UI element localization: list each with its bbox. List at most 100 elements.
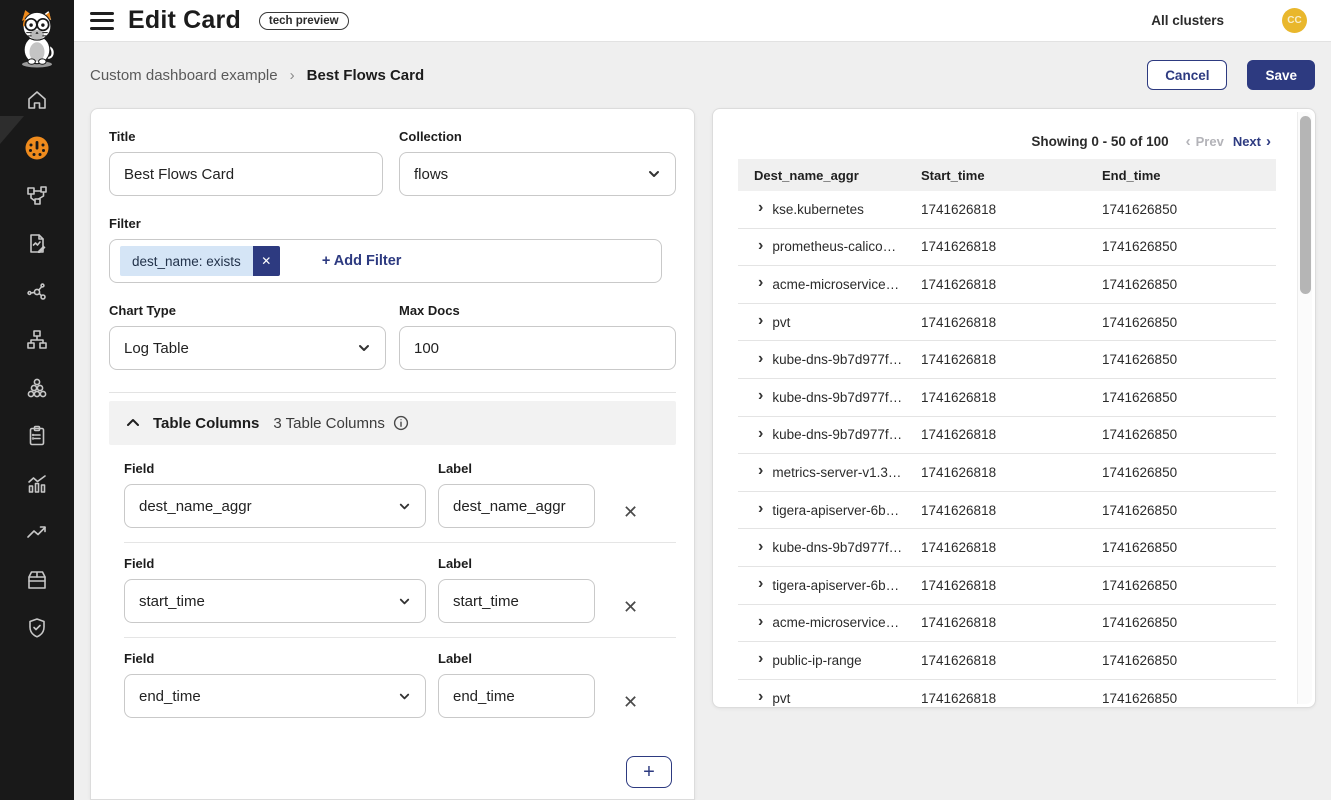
row-end-value: 1741626850 [1096, 277, 1276, 292]
row-dest-value: acme-microservice… [772, 277, 899, 292]
table-row[interactable]: › kube-dns-9b7d977f… 1741626818 17416268… [738, 341, 1276, 379]
field-select-value: start_time [139, 593, 205, 610]
scrollbar-track[interactable] [1297, 112, 1312, 704]
prev-page-button[interactable]: ‹ Prev [1186, 134, 1224, 149]
chevron-down-icon [398, 595, 411, 608]
cancel-button[interactable]: Cancel [1147, 60, 1227, 90]
add-column-button[interactable]: + [626, 756, 672, 788]
row-expand-icon[interactable]: › [758, 464, 763, 479]
title-input[interactable] [109, 152, 383, 196]
table-row[interactable]: › kube-dns-9b7d977f… 1741626818 17416268… [738, 379, 1276, 417]
table-row[interactable]: › pvt 1741626818 1741626850 [738, 680, 1276, 708]
row-expand-icon[interactable]: › [758, 540, 763, 555]
sidebar-item-analytics[interactable] [0, 470, 74, 498]
row-expand-icon[interactable]: › [758, 389, 763, 404]
table-row[interactable]: › kube-dns-9b7d977f… 1741626818 17416268… [738, 417, 1276, 455]
field-select[interactable]: dest_name_aggr [124, 484, 426, 528]
pagination: Showing 0 - 50 of 100 ‹ Prev Next › [1031, 134, 1271, 149]
max-docs-label: Max Docs [399, 303, 676, 318]
sidebar-item-home[interactable] [0, 86, 74, 114]
filter-label: Filter [109, 216, 676, 231]
row-divider [124, 542, 676, 543]
table-row[interactable]: › prometheus-calico… 1741626818 17416268… [738, 229, 1276, 267]
label-input[interactable] [438, 579, 595, 623]
bar-line-chart-icon [25, 472, 49, 496]
sidebar-item-clusters[interactable] [0, 374, 74, 402]
sidebar-item-security[interactable] [0, 614, 74, 642]
chevron-up-icon [125, 415, 141, 431]
row-start-value: 1741626818 [919, 352, 1096, 367]
row-expand-icon[interactable]: › [758, 201, 763, 216]
row-dest-value: metrics-server-v1.3… [772, 465, 901, 480]
collection-select[interactable]: flows [399, 152, 676, 196]
filter-chip-remove-icon[interactable]: ✕ [253, 246, 280, 276]
sidebar-item-network-policies[interactable] [0, 182, 74, 210]
row-dest-value: kse.kubernetes [772, 202, 864, 217]
row-expand-icon[interactable]: › [758, 314, 763, 329]
honeycomb-icon [25, 376, 49, 400]
row-expand-icon[interactable]: › [758, 427, 763, 442]
add-filter-link[interactable]: + Add Filter [322, 253, 402, 269]
home-icon [25, 88, 49, 112]
remove-column-icon[interactable]: ✕ [623, 598, 638, 616]
table-row[interactable]: › metrics-server-v1.3… 1741626818 174162… [738, 454, 1276, 492]
field-select[interactable]: start_time [124, 579, 426, 623]
row-end-value: 1741626850 [1096, 615, 1276, 630]
scrollbar-thumb[interactable] [1300, 116, 1311, 294]
row-expand-icon[interactable]: › [758, 276, 763, 291]
table-row[interactable]: › public-ip-range 1741626818 1741626850 [738, 642, 1276, 680]
table-row[interactable]: › pvt 1741626818 1741626850 [738, 304, 1276, 342]
remove-column-icon[interactable]: ✕ [623, 693, 638, 711]
sidebar-item-trends[interactable] [0, 518, 74, 546]
label-label: Label [438, 651, 595, 666]
field-select-value: dest_name_aggr [139, 498, 252, 515]
sidebar-item-service-graph[interactable] [0, 278, 74, 306]
field-select[interactable]: end_time [124, 674, 426, 718]
sidebar-item-dashboards-active[interactable] [0, 134, 74, 162]
molecule-icon [25, 280, 49, 304]
table-row[interactable]: › kse.kubernetes 1741626818 1741626850 [738, 191, 1276, 229]
row-expand-icon[interactable]: › [758, 239, 763, 254]
sidebar-item-compliance[interactable] [0, 422, 74, 450]
table-row[interactable]: › tigera-apiserver-6b… 1741626818 174162… [738, 492, 1276, 530]
chart-type-select-value: Log Table [124, 340, 189, 357]
remove-column-icon[interactable]: ✕ [623, 503, 638, 521]
table-columns-title: Table Columns [153, 415, 259, 432]
table-row[interactable]: › tigera-apiserver-6b… 1741626818 174162… [738, 567, 1276, 605]
breadcrumb-parent[interactable]: Custom dashboard example [90, 67, 278, 84]
row-start-value: 1741626818 [919, 239, 1096, 254]
row-dest-value: tigera-apiserver-6b… [772, 503, 899, 518]
sidebar-item-packages[interactable] [0, 566, 74, 594]
calico-cat-logo[interactable] [0, 8, 74, 68]
avatar[interactable]: CC [1282, 8, 1307, 33]
row-end-value: 1741626850 [1096, 315, 1276, 330]
label-input[interactable] [438, 674, 595, 718]
row-expand-icon[interactable]: › [758, 577, 763, 592]
column-row-dest-name-aggr: Field dest_name_aggr Label ✕ [124, 461, 676, 528]
max-docs-input[interactable] [399, 326, 676, 370]
document-edit-icon [25, 232, 49, 256]
sidebar-item-logs[interactable] [0, 230, 74, 258]
label-input[interactable] [438, 484, 595, 528]
row-expand-icon[interactable]: › [758, 352, 763, 367]
row-end-value: 1741626850 [1096, 352, 1276, 367]
cluster-selector[interactable]: All clusters [1151, 13, 1224, 28]
filter-input-area[interactable]: dest_name: exists ✕ + Add Filter [109, 239, 662, 283]
row-expand-icon[interactable]: › [758, 502, 763, 517]
row-dest-value: kube-dns-9b7d977f… [772, 427, 902, 442]
row-divider [124, 637, 676, 638]
row-expand-icon[interactable]: › [758, 690, 763, 705]
table-row[interactable]: › acme-microservice… 1741626818 17416268… [738, 266, 1276, 304]
table-row[interactable]: › kube-dns-9b7d977f… 1741626818 17416268… [738, 529, 1276, 567]
save-button[interactable]: Save [1247, 60, 1315, 90]
chart-type-select[interactable]: Log Table [109, 326, 386, 370]
row-dest-value: public-ip-range [772, 653, 861, 668]
sidebar-item-topology[interactable] [0, 326, 74, 354]
row-expand-icon[interactable]: › [758, 615, 763, 630]
table-row[interactable]: › acme-microservice… 1741626818 17416268… [738, 605, 1276, 643]
row-expand-icon[interactable]: › [758, 652, 763, 667]
table-columns-accordion[interactable]: Table Columns 3 Table Columns [109, 401, 676, 445]
info-icon[interactable] [393, 415, 409, 431]
next-page-button[interactable]: Next › [1233, 134, 1271, 149]
menu-hamburger-icon[interactable] [90, 12, 114, 30]
